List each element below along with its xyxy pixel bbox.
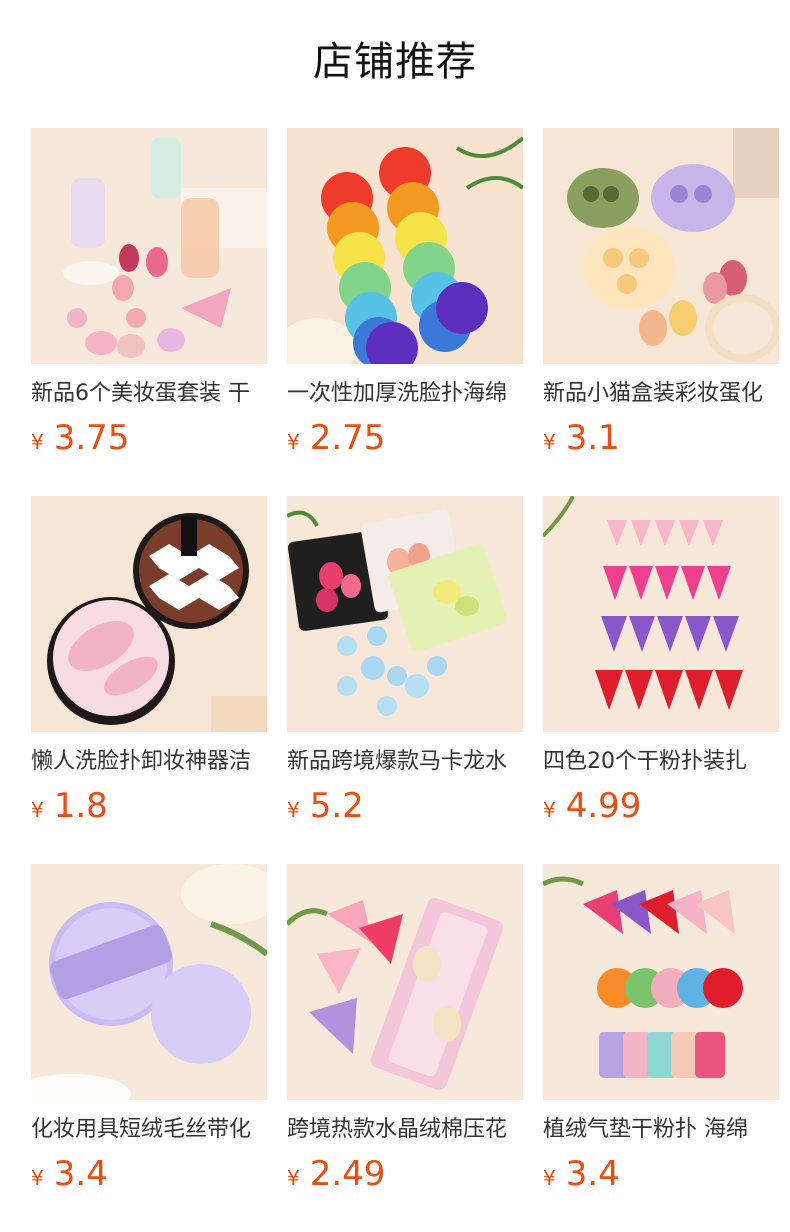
product-image[interactable] xyxy=(543,128,779,364)
product-title[interactable]: 跨境热款水晶绒棉压花 xyxy=(287,1112,523,1148)
makeup-egg-set-icon xyxy=(31,128,267,364)
currency-symbol: ¥ xyxy=(287,1166,300,1190)
price-value: 1.8 xyxy=(53,786,108,826)
price-value: 3.1 xyxy=(565,418,620,458)
product-card[interactable]: 化妆用具短绒毛丝带化 ¥ 3.4 xyxy=(31,864,267,1194)
price-value: 3.75 xyxy=(53,418,130,458)
triangle-puff-icon xyxy=(543,496,779,732)
currency-symbol: ¥ xyxy=(287,798,300,822)
product-title[interactable]: 化妆用具短绒毛丝带化 xyxy=(31,1112,267,1148)
product-price: ¥ 4.99 xyxy=(543,786,779,826)
product-title[interactable]: 一次性加厚洗脸扑海绵 xyxy=(287,376,523,412)
macaron-puff-bag-icon xyxy=(287,496,523,732)
product-price: ¥ 5.2 xyxy=(287,786,523,826)
price-value: 2.75 xyxy=(309,418,386,458)
product-price: ¥ 3.4 xyxy=(31,1154,267,1194)
section-header: 店铺推荐 xyxy=(0,0,790,128)
section-title: 店铺推荐 xyxy=(313,39,477,85)
currency-symbol: ¥ xyxy=(543,1166,556,1190)
product-price: ¥ 3.4 xyxy=(543,1154,779,1194)
product-price: ¥ 2.49 xyxy=(287,1154,523,1194)
product-price: ¥ 2.75 xyxy=(287,418,523,458)
product-title[interactable]: 植绒气垫干粉扑 海绵 xyxy=(543,1112,779,1148)
face-wash-puff-icon xyxy=(31,496,267,732)
product-image[interactable] xyxy=(287,496,523,732)
product-image[interactable] xyxy=(543,864,779,1100)
price-value: 3.4 xyxy=(565,1154,620,1194)
product-price: ¥ 3.75 xyxy=(31,418,267,458)
velvet-puff-icon xyxy=(31,864,267,1100)
product-card[interactable]: 四色20个干粉扑装扎 ¥ 4.99 xyxy=(543,496,779,826)
product-image[interactable] xyxy=(31,496,267,732)
price-value: 2.49 xyxy=(309,1154,386,1194)
price-value: 3.4 xyxy=(53,1154,108,1194)
currency-symbol: ¥ xyxy=(543,430,556,454)
currency-symbol: ¥ xyxy=(31,798,44,822)
currency-symbol: ¥ xyxy=(31,1166,44,1190)
product-title[interactable]: 新品6个美妆蛋套装 干 xyxy=(31,376,267,412)
product-title[interactable]: 四色20个干粉扑装扎 xyxy=(543,744,779,780)
product-card[interactable]: 新品6个美妆蛋套装 干 ¥ 3.75 xyxy=(31,128,267,458)
product-price: ¥ 3.1 xyxy=(543,418,779,458)
product-image[interactable] xyxy=(287,128,523,364)
currency-symbol: ¥ xyxy=(543,798,556,822)
price-value: 5.2 xyxy=(309,786,364,826)
product-title[interactable]: 新品小猫盒装彩妆蛋化 xyxy=(543,376,779,412)
crystal-puff-icon xyxy=(287,864,523,1100)
currency-symbol: ¥ xyxy=(31,430,44,454)
product-image[interactable] xyxy=(31,128,267,364)
product-card[interactable]: 新品跨境爆款马卡龙水 ¥ 5.2 xyxy=(287,496,523,826)
product-title[interactable]: 新品跨境爆款马卡龙水 xyxy=(287,744,523,780)
product-title[interactable]: 懒人洗脸扑卸妆神器洁 xyxy=(31,744,267,780)
product-card[interactable]: 跨境热款水晶绒棉压花 ¥ 2.49 xyxy=(287,864,523,1194)
rainbow-sponge-icon xyxy=(287,128,523,364)
product-card[interactable]: 懒人洗脸扑卸妆神器洁 ¥ 1.8 xyxy=(31,496,267,826)
product-price: ¥ 1.8 xyxy=(31,786,267,826)
product-card[interactable]: 植绒气垫干粉扑 海绵 ¥ 3.4 xyxy=(543,864,779,1194)
product-card[interactable]: 新品小猫盒装彩妆蛋化 ¥ 3.1 xyxy=(543,128,779,458)
product-image[interactable] xyxy=(31,864,267,1100)
flocked-puff-icon xyxy=(543,864,779,1100)
cat-box-egg-icon xyxy=(543,128,779,364)
currency-symbol: ¥ xyxy=(287,430,300,454)
product-card[interactable]: 一次性加厚洗脸扑海绵 ¥ 2.75 xyxy=(287,128,523,458)
price-value: 4.99 xyxy=(565,786,642,826)
product-image[interactable] xyxy=(543,496,779,732)
product-image[interactable] xyxy=(287,864,523,1100)
